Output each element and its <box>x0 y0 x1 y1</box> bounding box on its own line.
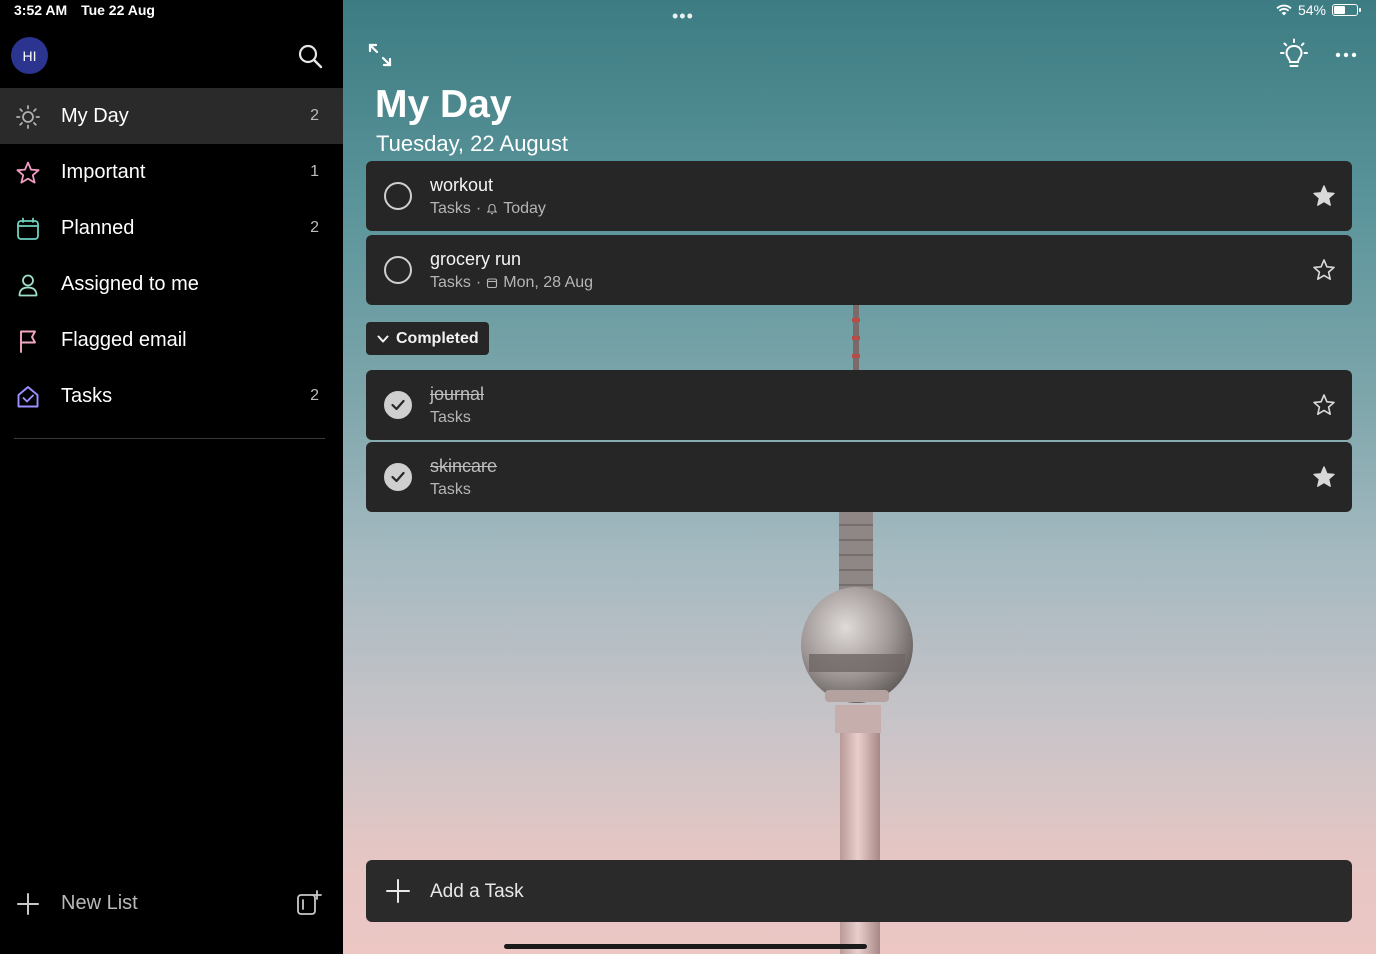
meta-separator: · <box>475 274 482 291</box>
status-time: 3:52 AM <box>14 2 68 18</box>
task-item-workout[interactable]: workout Tasks · Today <box>366 161 1352 231</box>
task-due: Today <box>503 200 546 217</box>
completed-section-toggle[interactable]: Completed <box>366 322 489 355</box>
sidebar-divider <box>14 438 325 439</box>
completed-checkbox[interactable] <box>384 391 412 419</box>
sidebar-item-label: Flagged email <box>61 328 187 351</box>
sidebar-item-label: Planned <box>61 216 135 239</box>
battery-icon <box>1332 4 1361 16</box>
sidebar-item-count: 2 <box>310 387 319 404</box>
star-icon <box>16 161 40 184</box>
task-item-grocery-run[interactable]: grocery run Tasks · Mon, 28 Aug <box>366 235 1352 305</box>
sidebar-item-my-day[interactable]: My Day 2 <box>0 88 343 144</box>
lightbulb-icon[interactable] <box>1277 38 1311 72</box>
star-outline-icon[interactable] <box>1312 393 1336 417</box>
task-title: grocery run <box>430 249 522 269</box>
add-task-placeholder: Add a Task <box>430 881 524 902</box>
task-title: journal <box>430 384 485 404</box>
sidebar-nav: My Day 2 Important 1 Planned 2 Assigned … <box>0 88 343 424</box>
more-options-icon[interactable] <box>1333 42 1359 68</box>
task-list-name: Tasks <box>430 200 471 217</box>
completed-label: Completed <box>396 329 479 347</box>
new-group-icon[interactable] <box>295 889 323 917</box>
page-date: Tuesday, 22 August <box>376 131 569 156</box>
home-icon <box>17 386 39 408</box>
completed-checkbox[interactable] <box>384 463 412 491</box>
star-icon[interactable] <box>1312 465 1336 489</box>
sidebar-item-label: Assigned to me <box>61 272 199 295</box>
multitask-dots[interactable]: ••• <box>672 6 694 27</box>
main-content: ••• My Day Tuesday, 22 August workout Ta… <box>343 0 1376 954</box>
meta-separator: · <box>475 200 482 217</box>
task-list-name: Tasks <box>430 409 471 426</box>
sidebar-item-label: Important <box>61 160 146 183</box>
sun-icon <box>16 105 40 129</box>
calendar-icon <box>487 278 498 289</box>
sidebar-item-planned[interactable]: Planned 2 <box>0 200 343 256</box>
chevron-down-icon <box>377 335 389 342</box>
avatar[interactable]: HI <box>11 37 48 74</box>
sidebar: HI My Day 2 Important 1 Planned 2 Assign… <box>0 0 343 954</box>
home-indicator[interactable] <box>504 944 867 949</box>
complete-checkbox[interactable] <box>384 256 412 284</box>
task-title: workout <box>430 175 494 195</box>
new-list-label: New List <box>61 892 138 914</box>
sidebar-item-label: My Day <box>61 104 129 127</box>
star-icon[interactable] <box>1312 184 1336 208</box>
add-task-input[interactable]: Add a Task <box>366 860 1352 922</box>
task-list-name: Tasks <box>430 274 471 291</box>
checkmark-icon <box>391 399 405 411</box>
task-item-skincare[interactable]: skincare Tasks <box>366 442 1352 512</box>
sidebar-item-count: 1 <box>310 163 319 180</box>
task-list-name: Tasks <box>430 481 471 498</box>
search-icon[interactable] <box>297 43 323 69</box>
bell-icon <box>486 203 498 215</box>
sidebar-item-assigned-to-me[interactable]: Assigned to me <box>0 256 343 312</box>
person-icon <box>18 274 38 297</box>
task-meta: Tasks <box>430 481 471 499</box>
sidebar-item-tasks[interactable]: Tasks 2 <box>0 368 343 424</box>
sidebar-item-count: 2 <box>310 107 319 124</box>
task-meta: Tasks <box>430 409 471 427</box>
task-title: skincare <box>430 456 498 476</box>
status-bar-left: 3:52 AM Tue 22 Aug <box>14 2 165 18</box>
plus-icon <box>386 879 410 903</box>
flag-icon <box>20 330 36 353</box>
task-due: Mon, 28 Aug <box>503 274 594 291</box>
page-title: My Day <box>375 83 512 126</box>
plus-icon <box>17 893 39 915</box>
task-item-journal[interactable]: journal Tasks <box>366 370 1352 440</box>
checkmark-icon <box>391 471 405 483</box>
status-bar-right: 54% <box>1276 2 1361 18</box>
wifi-icon <box>1276 4 1292 16</box>
expand-icon[interactable] <box>367 42 393 68</box>
calendar-icon <box>17 217 39 240</box>
sidebar-item-label: Tasks <box>61 384 113 407</box>
battery-percent: 54% <box>1297 2 1326 18</box>
status-date: Tue 22 Aug <box>81 2 155 18</box>
new-list-button[interactable]: New List <box>0 880 343 928</box>
sidebar-item-flagged-email[interactable]: Flagged email <box>0 312 343 368</box>
star-outline-icon[interactable] <box>1312 258 1336 282</box>
complete-checkbox[interactable] <box>384 182 412 210</box>
sidebar-item-important[interactable]: Important 1 <box>0 144 343 200</box>
task-meta: Tasks · Mon, 28 Aug <box>430 274 593 292</box>
sidebar-item-count: 2 <box>310 219 319 236</box>
task-meta: Tasks · Today <box>430 200 546 218</box>
